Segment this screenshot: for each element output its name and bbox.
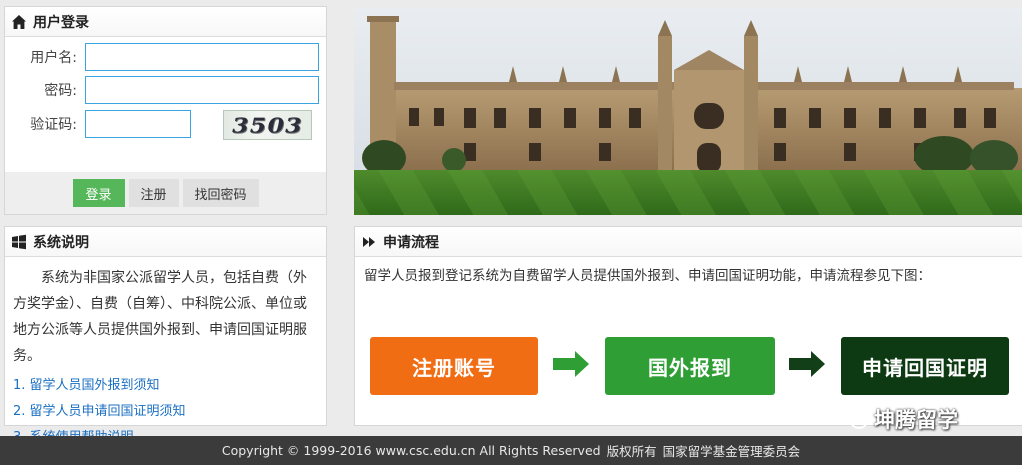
process-description: 留学人员报到登记系统为自费留学人员提供国外报到、申请回国证明功能，申请流程参见下… xyxy=(364,268,931,284)
footer: Copyright © 1999-2016 www.csc.edu.cn All… xyxy=(0,436,1022,465)
wechat-icon xyxy=(842,408,868,429)
link-return-certificate-notice[interactable]: 2. 留学人员申请回国证明须知 xyxy=(13,399,326,425)
captcha-text: 3503 xyxy=(229,112,306,138)
home-icon xyxy=(12,14,26,29)
step-overseas-report: 国外报到 xyxy=(605,337,775,395)
system-description-header: 系统说明 xyxy=(5,227,326,257)
password-label: 密码: xyxy=(44,83,77,99)
recover-password-button[interactable]: 找回密码 xyxy=(182,179,259,207)
process-header: 申请流程 xyxy=(355,227,1022,257)
password-input[interactable] xyxy=(85,76,319,104)
link-report-notice[interactable]: 1. 留学人员国外报到须知 xyxy=(13,373,326,399)
process-panel: 申请流程 留学人员报到登记系统为自费留学人员提供国外报到、申请回国证明功能，申请… xyxy=(354,226,1022,426)
step-register-account: 注册账号 xyxy=(370,337,538,395)
login-button-bar: 登录 注册 找回密码 xyxy=(5,172,326,214)
captcha-label: 验证码: xyxy=(30,117,77,133)
username-label: 用户名: xyxy=(30,50,77,66)
watermark-text: 坤腾留学 xyxy=(874,408,958,432)
watermark: 坤腾留学 xyxy=(842,404,958,434)
login-panel-header: 用户登录 xyxy=(5,7,326,37)
login-panel: 用户登录 用户名: 密码: 验证码: 3503 登录 注册 找回密码 xyxy=(4,6,327,215)
system-description-text: 系统为非国家公派留学人员，包括自费（外方奖学金）、自费（自筹）、中科院公派、单位… xyxy=(13,270,307,364)
step-return-certificate: 申请回国证明 xyxy=(841,337,1009,395)
login-button[interactable]: 登录 xyxy=(72,179,125,207)
username-input[interactable] xyxy=(85,43,319,71)
campus-photo xyxy=(354,8,1022,215)
footer-rights: 版权所有 xyxy=(606,444,657,459)
process-title: 申请流程 xyxy=(383,234,439,251)
arrow-right-icon xyxy=(789,351,825,377)
forward-icon xyxy=(363,236,375,247)
system-description-title: 系统说明 xyxy=(33,234,89,251)
login-title: 用户登录 xyxy=(33,14,89,31)
campus-photo-illustration xyxy=(354,8,1022,215)
footer-copyright: Copyright © 1999-2016 www.csc.edu.cn All… xyxy=(221,443,601,458)
system-description-panel: 系统说明 系统为非国家公派留学人员，包括自费（外方奖学金）、自费（自筹）、中科院… xyxy=(4,226,327,445)
windows-icon xyxy=(12,234,26,249)
register-button[interactable]: 注册 xyxy=(128,179,179,207)
arrow-right-icon xyxy=(553,351,589,377)
captcha-image[interactable]: 3503 xyxy=(223,110,312,140)
captcha-input[interactable] xyxy=(85,110,191,138)
footer-org: 国家留学基金管理委员会 xyxy=(662,444,801,459)
